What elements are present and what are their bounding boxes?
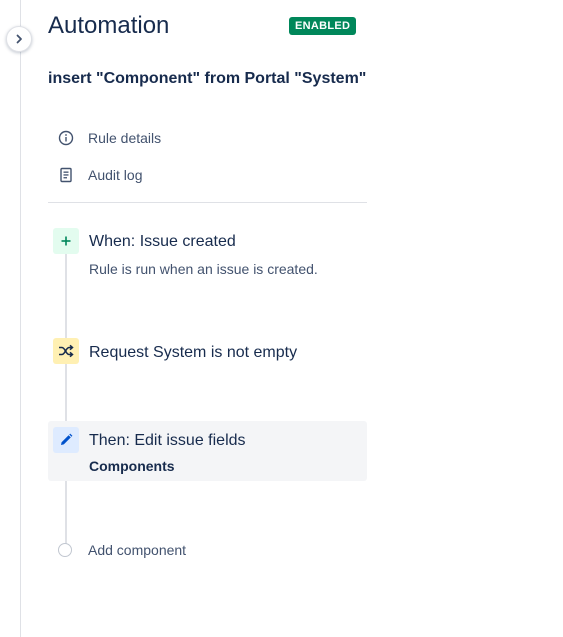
status-badge: ENABLED [289, 17, 357, 35]
condition-step[interactable]: Request System is not empty [48, 336, 367, 370]
divider [48, 202, 367, 203]
plus-icon [53, 228, 79, 254]
info-icon [58, 130, 74, 146]
trigger-title: When: Issue created [89, 233, 236, 250]
action-title: Then: Edit issue fields [89, 432, 246, 449]
add-component-label: Add component [88, 542, 187, 558]
document-icon [58, 167, 74, 183]
add-component-button[interactable]: Add component [58, 540, 186, 560]
chevron-right-icon [16, 34, 22, 44]
action-step[interactable]: Then: Edit issue fields Components [48, 421, 367, 481]
rule-timeline [65, 240, 67, 544]
pencil-icon [53, 427, 79, 453]
trigger-description: Rule is run when an issue is created. [89, 261, 318, 277]
expand-sidebar-button[interactable] [6, 26, 32, 52]
sidebar-rail [20, 0, 21, 637]
shuffle-icon [53, 338, 79, 364]
condition-title: Request System is not empty [89, 344, 298, 361]
add-component-dot [58, 543, 72, 557]
page-title: Automation [48, 12, 170, 39]
audit-log-link[interactable]: Audit log [58, 164, 142, 186]
audit-log-label: Audit log [88, 167, 143, 183]
trigger-step[interactable]: When: Issue created Rule is run when an … [48, 226, 367, 282]
rule-details-label: Rule details [88, 130, 162, 146]
rule-details-link[interactable]: Rule details [58, 127, 161, 149]
rule-name[interactable]: insert "Component" from Portal "System" [48, 68, 368, 90]
action-detail: Components [89, 458, 175, 474]
